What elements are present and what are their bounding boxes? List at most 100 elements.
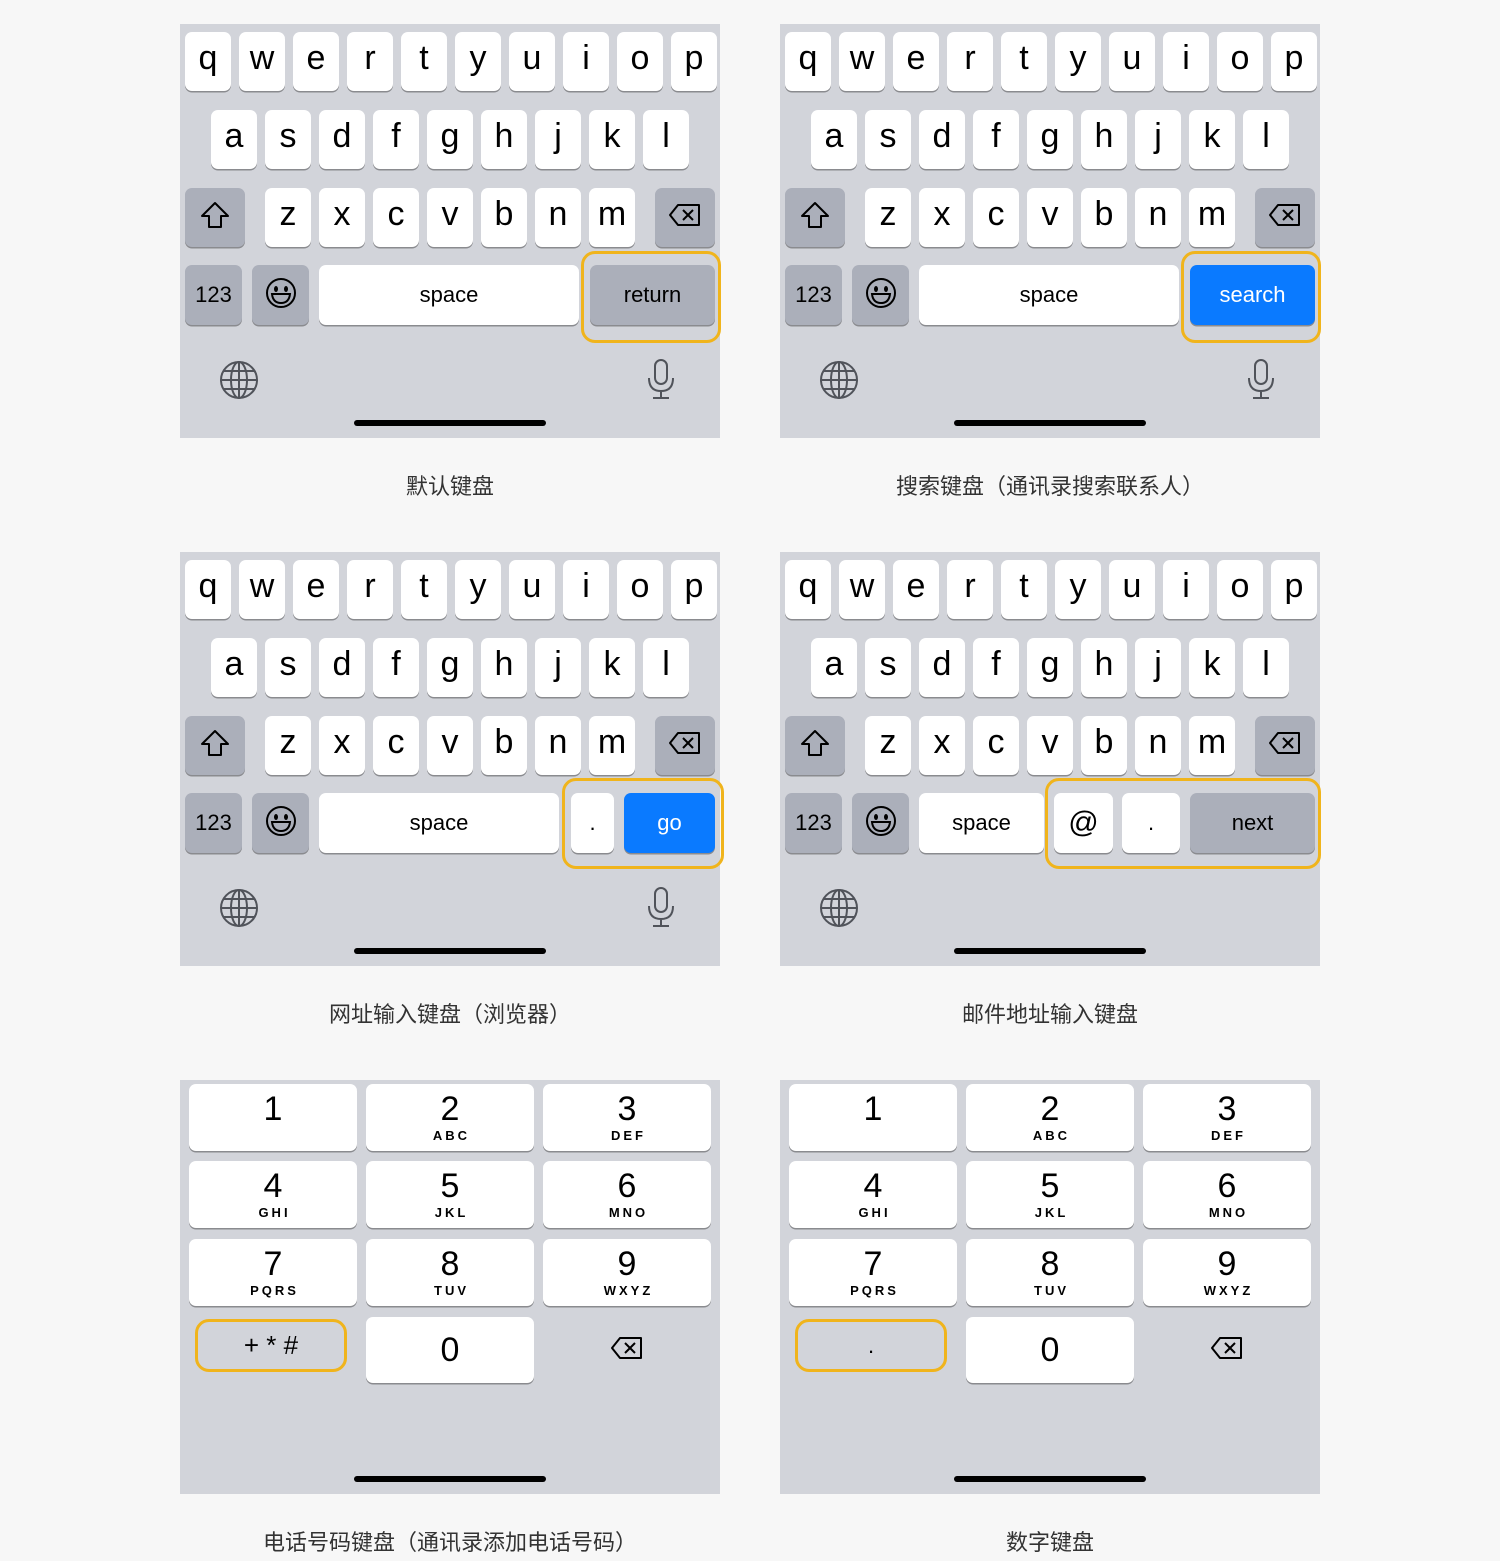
zero-key[interactable]: 0 xyxy=(366,1317,534,1383)
key-k[interactable]: k xyxy=(1189,110,1235,169)
delete-key[interactable] xyxy=(655,188,715,247)
key-y[interactable]: y xyxy=(455,32,501,91)
key-a[interactable]: a xyxy=(811,638,857,697)
key-y[interactable]: y xyxy=(1055,32,1101,91)
key-m[interactable]: m xyxy=(589,716,635,775)
digit-key-9[interactable]: 9 WXYZ xyxy=(1143,1239,1311,1306)
key-j[interactable]: j xyxy=(535,638,581,697)
key-w[interactable]: w xyxy=(239,32,285,91)
digit-key-4[interactable]: 4 GHI xyxy=(789,1161,957,1228)
key-d[interactable]: d xyxy=(319,110,365,169)
digit-key-7[interactable]: 7 PQRS xyxy=(189,1239,357,1306)
key-n[interactable]: n xyxy=(1135,188,1181,247)
key-l[interactable]: l xyxy=(1243,110,1289,169)
key-e[interactable]: e xyxy=(293,560,339,619)
default-key[interactable]: return xyxy=(590,265,715,325)
key-c[interactable]: c xyxy=(373,716,419,775)
key-t[interactable]: t xyxy=(401,560,447,619)
key-l[interactable]: l xyxy=(643,638,689,697)
key-e[interactable]: e xyxy=(293,32,339,91)
zero-key[interactable]: 0 xyxy=(966,1317,1134,1383)
key-x[interactable]: x xyxy=(919,716,965,775)
space-key[interactable]: space xyxy=(319,793,559,853)
delete-key[interactable] xyxy=(1143,1317,1311,1383)
go-key[interactable]: go xyxy=(624,793,715,853)
key-m[interactable]: m xyxy=(1189,716,1235,775)
key-u[interactable]: u xyxy=(509,560,555,619)
key-s[interactable]: s xyxy=(265,638,311,697)
digit-key-5[interactable]: 5 JKL xyxy=(366,1161,534,1228)
special-key[interactable]: + * # xyxy=(195,1319,347,1372)
numbers-key[interactable]: 123 xyxy=(185,793,242,853)
key-d[interactable]: d xyxy=(919,638,965,697)
key-p[interactable]: p xyxy=(671,560,717,619)
space-key[interactable]: space xyxy=(919,265,1179,325)
key-v[interactable]: v xyxy=(427,716,473,775)
key-u[interactable]: u xyxy=(1109,560,1155,619)
key-r[interactable]: r xyxy=(347,560,393,619)
key-h[interactable]: h xyxy=(481,110,527,169)
key-w[interactable]: w xyxy=(839,32,885,91)
key-c[interactable]: c xyxy=(973,716,1019,775)
key-w[interactable]: w xyxy=(239,560,285,619)
key-m[interactable]: m xyxy=(589,188,635,247)
digit-key-8[interactable]: 8 TUV xyxy=(366,1239,534,1306)
dot-key[interactable]: . xyxy=(1122,793,1180,853)
microphone-icon[interactable] xyxy=(1246,358,1276,405)
key-o[interactable]: o xyxy=(617,560,663,619)
key-t[interactable]: t xyxy=(1001,32,1047,91)
special-key[interactable]: . xyxy=(795,1319,947,1372)
key-b[interactable]: b xyxy=(1081,716,1127,775)
key-j[interactable]: j xyxy=(535,110,581,169)
key-t[interactable]: t xyxy=(1001,560,1047,619)
digit-key-8[interactable]: 8 TUV xyxy=(966,1239,1134,1306)
delete-key[interactable] xyxy=(1255,716,1315,775)
delete-key[interactable] xyxy=(543,1317,711,1383)
key-j[interactable]: j xyxy=(1135,110,1181,169)
numbers-key[interactable]: 123 xyxy=(785,265,842,325)
key-c[interactable]: c xyxy=(373,188,419,247)
emoji-key[interactable] xyxy=(852,793,909,853)
key-a[interactable]: a xyxy=(811,110,857,169)
shift-key[interactable] xyxy=(785,188,845,247)
digit-key-2[interactable]: 2 ABC xyxy=(966,1084,1134,1151)
key-n[interactable]: n xyxy=(535,716,581,775)
key-f[interactable]: f xyxy=(373,638,419,697)
key-e[interactable]: e xyxy=(893,560,939,619)
key-i[interactable]: i xyxy=(1163,32,1209,91)
space-key[interactable]: space xyxy=(919,793,1044,853)
key-c[interactable]: c xyxy=(973,188,1019,247)
key-r[interactable]: r xyxy=(347,32,393,91)
key-i[interactable]: i xyxy=(563,560,609,619)
search-key[interactable]: search xyxy=(1190,265,1315,325)
delete-key[interactable] xyxy=(655,716,715,775)
key-h[interactable]: h xyxy=(1081,638,1127,697)
digit-key-1[interactable]: 1 xyxy=(789,1084,957,1151)
key-p[interactable]: p xyxy=(671,32,717,91)
digit-key-9[interactable]: 9 WXYZ xyxy=(543,1239,711,1306)
digit-key-6[interactable]: 6 MNO xyxy=(543,1161,711,1228)
key-k[interactable]: k xyxy=(1189,638,1235,697)
digit-key-7[interactable]: 7 PQRS xyxy=(789,1239,957,1306)
key-q[interactable]: q xyxy=(785,560,831,619)
key-b[interactable]: b xyxy=(481,188,527,247)
key-w[interactable]: w xyxy=(839,560,885,619)
key-o[interactable]: o xyxy=(617,32,663,91)
key-s[interactable]: s xyxy=(865,110,911,169)
key-v[interactable]: v xyxy=(1027,188,1073,247)
key-n[interactable]: n xyxy=(1135,716,1181,775)
key-f[interactable]: f xyxy=(973,638,1019,697)
key-y[interactable]: y xyxy=(1055,560,1101,619)
key-s[interactable]: s xyxy=(865,638,911,697)
key-u[interactable]: u xyxy=(509,32,555,91)
key-o[interactable]: o xyxy=(1217,32,1263,91)
key-g[interactable]: g xyxy=(1027,638,1073,697)
at-key[interactable]: @ xyxy=(1054,793,1113,853)
key-o[interactable]: o xyxy=(1217,560,1263,619)
shift-key[interactable] xyxy=(785,716,845,775)
microphone-icon[interactable] xyxy=(646,886,676,933)
emoji-key[interactable] xyxy=(852,265,909,325)
key-l[interactable]: l xyxy=(1243,638,1289,697)
key-p[interactable]: p xyxy=(1271,32,1317,91)
key-z[interactable]: z xyxy=(265,716,311,775)
